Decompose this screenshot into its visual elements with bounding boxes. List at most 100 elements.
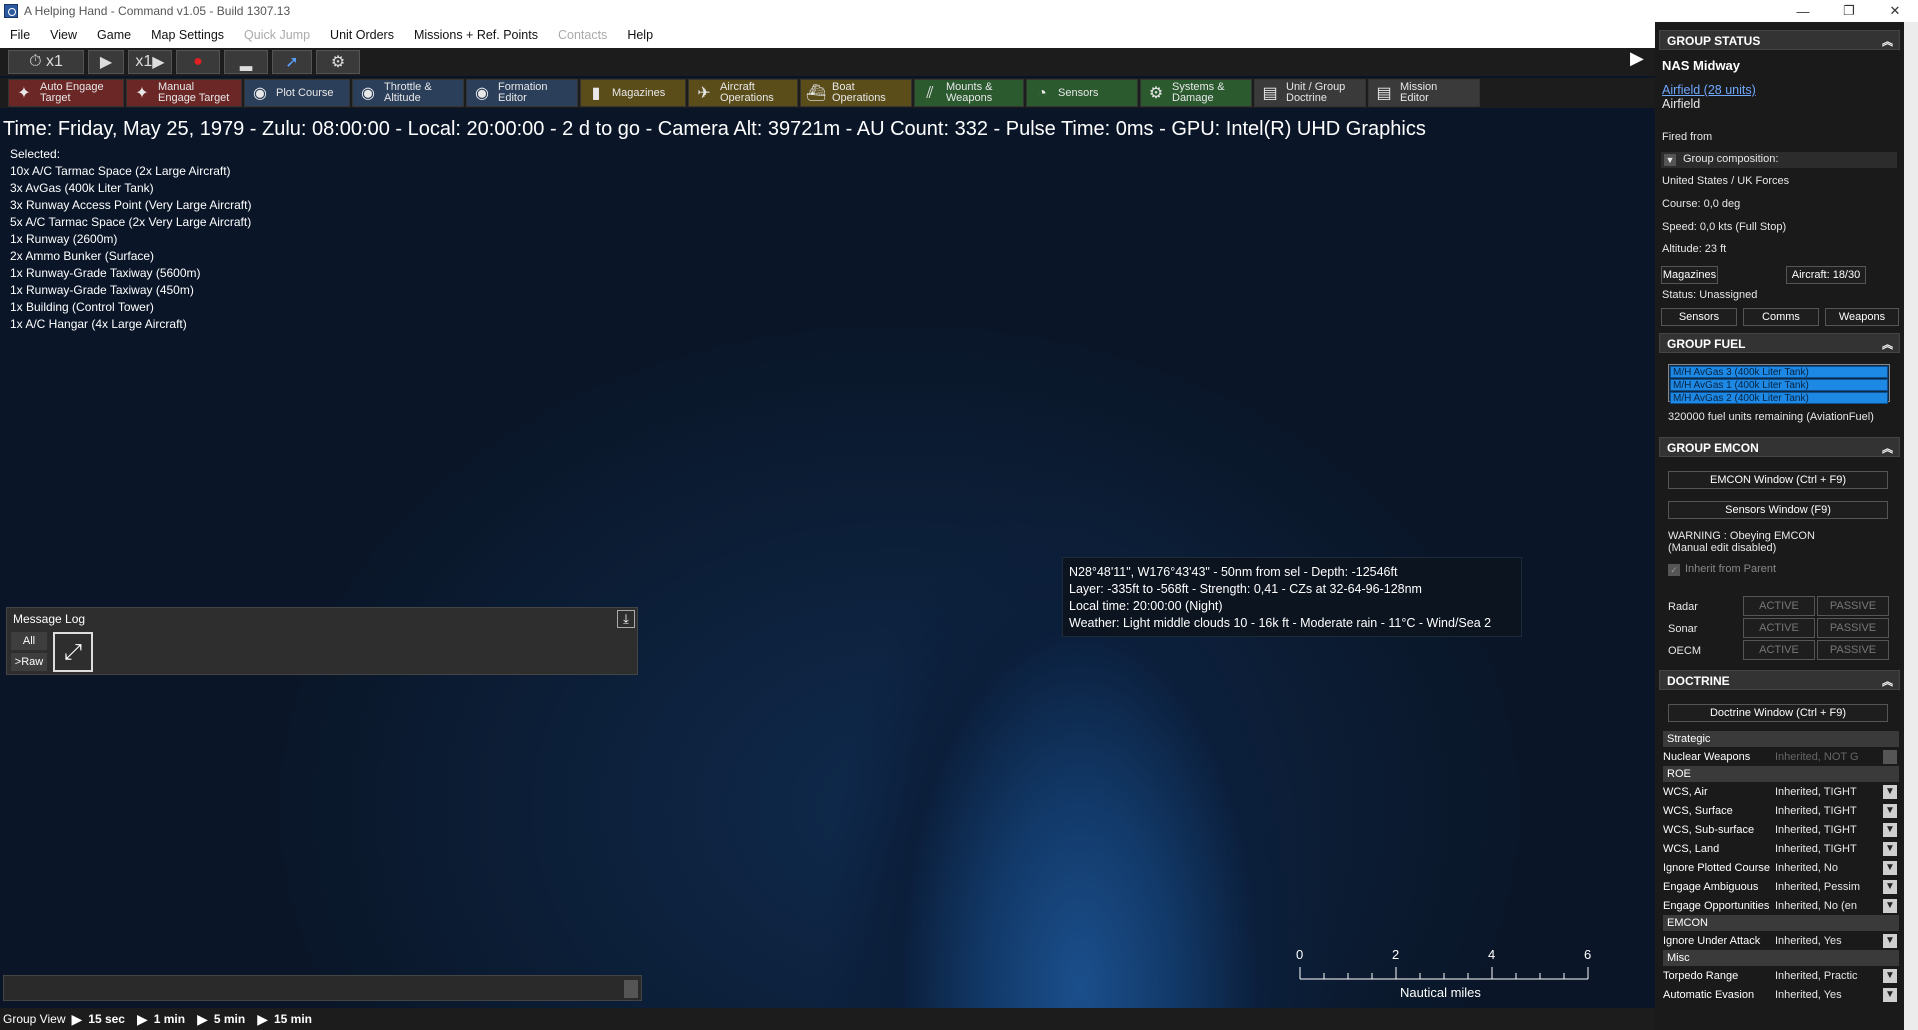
doctrine-key: Engage Ambiguous: [1663, 880, 1759, 893]
unit-group-doctrine-button[interactable]: ▤ Unit / Group Doctrine: [1254, 79, 1366, 107]
emcon-window-button[interactable]: EMCON Window (Ctrl + F9): [1668, 471, 1888, 489]
radar-passive-button[interactable]: PASSIVE: [1817, 596, 1889, 616]
boat-operations-button[interactable]: ⛴ Boat Operations: [800, 79, 912, 107]
doctrine-value: Inherited, TIGHT: [1775, 842, 1857, 855]
menu-file[interactable]: File: [0, 28, 40, 42]
manual-engage-button[interactable]: ✦ Manual Engage Target: [126, 79, 242, 107]
window-controls: — ❐ ✕: [1780, 0, 1918, 22]
maximize-button[interactable]: ❐: [1826, 0, 1872, 22]
menu-game[interactable]: Game: [87, 28, 141, 42]
group-units-link[interactable]: Airfield (28 units): [1662, 83, 1756, 97]
chevron-down-icon[interactable]: ▼: [1883, 933, 1897, 948]
doctrine-row[interactable]: Ignore Under Attack Inherited, Yes ▼: [1663, 931, 1899, 950]
time-compression-button[interactable]: ⏱ x1: [8, 50, 84, 74]
doctrine-row[interactable]: Ignore Plotted Course Inherited, No ▼: [1663, 858, 1899, 877]
chevron-down-icon[interactable]: ▼: [1883, 841, 1897, 856]
expand-arrow-icon[interactable]: ▶: [1630, 48, 1644, 72]
minimize-button[interactable]: —: [1780, 0, 1826, 22]
menu-bar: File View Game Map Settings Quick Jump U…: [0, 22, 1655, 48]
sensors-panel-button[interactable]: Sensors: [1661, 308, 1737, 326]
speed-button[interactable]: x1 ▶: [128, 50, 172, 74]
doctrine-row[interactable]: WCS, Air Inherited, TIGHT ▼: [1663, 782, 1899, 801]
comms-panel-button[interactable]: Comms: [1743, 308, 1819, 326]
menu-map-settings[interactable]: Map Settings: [141, 28, 234, 42]
radar-active-button[interactable]: ACTIVE: [1743, 596, 1815, 616]
sensors-button[interactable]: ◔ Sensors: [1026, 79, 1138, 107]
close-button[interactable]: ✕: [1872, 0, 1918, 22]
chevron-down-icon[interactable]: ▼: [1883, 898, 1897, 913]
all-button[interactable]: All: [11, 632, 47, 650]
oecm-active-button[interactable]: ACTIVE: [1743, 640, 1815, 660]
doctrine-row[interactable]: Torpedo Range Inherited, Practic ▼: [1663, 966, 1899, 985]
ship-button[interactable]: ▂: [224, 50, 268, 74]
oecm-passive-button[interactable]: PASSIVE: [1817, 640, 1889, 660]
collapse-icon[interactable]: ︽: [1882, 440, 1893, 456]
record-button[interactable]: ●: [176, 50, 220, 74]
group-fuel-header[interactable]: GROUP FUEL ︽: [1659, 333, 1900, 353]
weapons-panel-button[interactable]: Weapons: [1825, 308, 1899, 326]
pointer-button[interactable]: ➚: [272, 50, 312, 74]
systems-icon: ⚙: [1148, 84, 1164, 102]
doctrine-row[interactable]: Engage Opportunities Inherited, No (en ▼: [1663, 896, 1899, 915]
doctrine-row[interactable]: WCS, Land Inherited, TIGHT ▼: [1663, 839, 1899, 858]
doctrine-row[interactable]: Automatic Evasion Inherited, Yes ▼: [1663, 985, 1899, 1004]
step-1min-button[interactable]: 1 min: [154, 1012, 185, 1026]
aircraft-operations-button[interactable]: ✈ Aircraft Operations: [688, 79, 798, 107]
throttle-altitude-button[interactable]: ◉ Throttle & Altitude: [352, 79, 464, 107]
chevron-down-icon[interactable]: ▼: [1883, 784, 1897, 799]
magazines-button[interactable]: ▮ Magazines: [580, 79, 686, 107]
menu-unit-orders[interactable]: Unit Orders: [320, 28, 404, 42]
systems-damage-button[interactable]: ⚙ Systems & Damage: [1140, 79, 1252, 107]
doctrine-row[interactable]: Engage Ambiguous Inherited, Pessim ▼: [1663, 877, 1899, 896]
collapse-icon[interactable]: ︽: [1882, 673, 1893, 689]
chevron-down-icon[interactable]: ▼: [1883, 987, 1897, 1002]
auto-engage-button[interactable]: ✦ Auto Engage Target: [8, 79, 124, 107]
play-button[interactable]: ▶: [88, 50, 124, 74]
message-input[interactable]: [3, 975, 642, 1001]
fired-from: Fired from: [1662, 131, 1713, 143]
dropdown-icon[interactable]: [624, 980, 638, 998]
collapse-icon[interactable]: ︽: [1882, 33, 1893, 49]
radar-label: Radar: [1668, 601, 1698, 613]
sensors-window-button[interactable]: Sensors Window (F9): [1668, 501, 1888, 519]
doctrine-header[interactable]: DOCTRINE ︽: [1659, 670, 1900, 690]
menu-missions[interactable]: Missions + Ref. Points: [404, 28, 548, 42]
formation-editor-button[interactable]: ◉ Formation Editor: [466, 79, 578, 107]
chevron-down-icon[interactable]: ▼: [1883, 822, 1897, 837]
step-5min-button[interactable]: 5 min: [214, 1012, 245, 1026]
chevron-down-icon[interactable]: ▼: [1883, 968, 1897, 983]
doctrine-row[interactable]: WCS, Surface Inherited, TIGHT ▼: [1663, 801, 1899, 820]
scale-tick-label: 0: [1296, 947, 1304, 962]
step-15sec-button[interactable]: 15 sec: [88, 1012, 125, 1026]
panel-scrollbar[interactable]: [1904, 22, 1918, 1030]
doctrine-window-button[interactable]: Doctrine Window (Ctrl + F9): [1668, 704, 1888, 722]
collapse-icon[interactable]: ︽: [1882, 336, 1893, 352]
auto-engage-label: Auto Engage Target: [40, 81, 104, 104]
menu-view[interactable]: View: [40, 28, 87, 42]
mission-editor-button[interactable]: ▤ Mission Editor: [1368, 79, 1480, 107]
doctrine-row[interactable]: WCS, Sub-surface Inherited, TIGHT ▼: [1663, 820, 1899, 839]
step-15min-button[interactable]: 15 min: [274, 1012, 312, 1026]
raw-button[interactable]: >Raw: [11, 653, 47, 671]
group-emcon-header[interactable]: GROUP EMCON ︽: [1659, 437, 1900, 457]
chevron-down-icon[interactable]: ▼: [1883, 860, 1897, 875]
group-composition-toggle[interactable]: ▼ Group composition:: [1661, 152, 1897, 168]
sonar-active-button[interactable]: ACTIVE: [1743, 618, 1815, 638]
doctrine-row[interactable]: Nuclear Weapons Inherited, NOT G: [1663, 747, 1899, 766]
mounts-weapons-button[interactable]: ⫽ Mounts & Weapons: [914, 79, 1024, 107]
expand-icon[interactable]: ⤢: [53, 632, 93, 672]
chevron-down-icon[interactable]: ▼: [1883, 803, 1897, 818]
magazines-panel-button[interactable]: Magazines: [1661, 266, 1718, 284]
download-icon[interactable]: ⤓: [617, 610, 635, 628]
chevron-down-icon[interactable]: ▼: [1883, 879, 1897, 894]
group-status-header[interactable]: GROUP STATUS ︽: [1659, 30, 1900, 50]
aircraft-panel-button[interactable]: Aircraft: 18/30: [1786, 266, 1866, 284]
menu-help[interactable]: Help: [617, 28, 663, 42]
orders-toolbar: ✦ Auto Engage Target ✦ Manual Engage Targe…: [0, 78, 1655, 108]
settings-button[interactable]: ⚙: [316, 50, 360, 74]
sonar-passive-button[interactable]: PASSIVE: [1817, 618, 1889, 638]
dropdown-icon[interactable]: [1883, 749, 1897, 764]
inherit-checkbox[interactable]: ✓: [1668, 564, 1680, 576]
plot-course-button[interactable]: ◉ Plot Course: [244, 79, 350, 107]
list-item: 1x Runway-Grade Taxiway (5600m): [10, 266, 201, 280]
